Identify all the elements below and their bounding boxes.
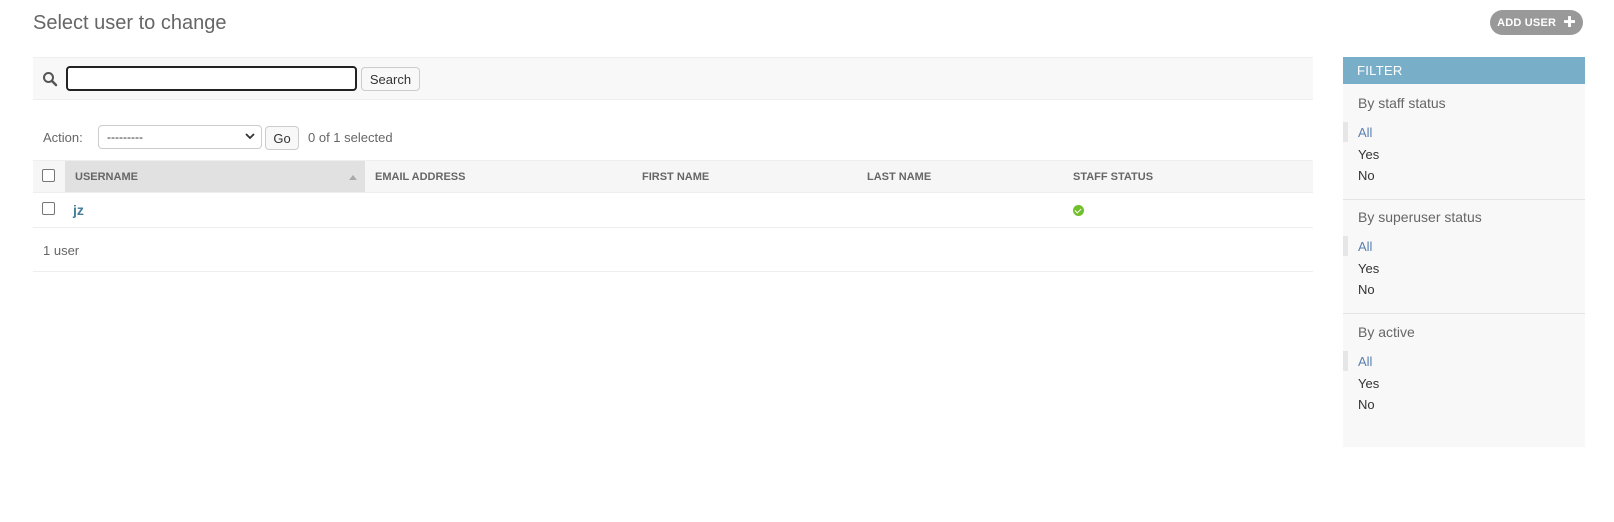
search-input[interactable]: [66, 66, 357, 91]
selected-indicator: [1343, 351, 1348, 371]
add-user-label: ADD USER: [1497, 16, 1557, 29]
column-staff-status[interactable]: STAFF STATUS: [1073, 161, 1153, 192]
action-select-value: ---------: [107, 130, 143, 144]
filter-header: FILTER: [1343, 57, 1585, 84]
column-email-label: EMAIL ADDRESS: [375, 171, 466, 183]
column-first-name-label: FIRST NAME: [642, 171, 710, 183]
column-staff-status-label: STAFF STATUS: [1073, 171, 1154, 183]
action-label: Action:: [43, 130, 83, 145]
column-username-label: USERNAME: [75, 171, 138, 183]
plus-icon: ✚: [1563, 14, 1576, 31]
table-row: jz: [33, 193, 1313, 228]
filter-panel: FILTER By staff status All Yes No By sup…: [1343, 57, 1585, 447]
sort-ascending-icon[interactable]: [349, 175, 357, 180]
search-icon: [43, 72, 58, 87]
column-email[interactable]: EMAIL ADDRESS: [375, 161, 465, 192]
selected-indicator: [1343, 122, 1348, 142]
filter-item-all[interactable]: All: [1358, 354, 1372, 369]
check-circle-icon: [1073, 205, 1084, 216]
go-button[interactable]: Go: [265, 126, 299, 150]
column-last-name-label: LAST NAME: [867, 171, 932, 183]
filter-title: By superuser status: [1358, 209, 1482, 225]
filter-item-all[interactable]: All: [1358, 125, 1372, 140]
add-user-button[interactable]: ADD USER ✚: [1490, 10, 1583, 35]
filter-item-all[interactable]: All: [1358, 239, 1372, 254]
divider: [1343, 199, 1585, 200]
paginator: 1 user: [33, 228, 1313, 272]
filter-item-no[interactable]: No: [1358, 282, 1375, 297]
chevron-down-icon: [245, 133, 255, 140]
actions-bar: Action: --------- Go 0 of 1 selected: [33, 124, 633, 152]
filter-item-yes[interactable]: Yes: [1358, 147, 1379, 162]
column-first-name[interactable]: FIRST NAME: [642, 161, 709, 192]
search-button[interactable]: Search: [361, 67, 420, 91]
filter-item-no[interactable]: No: [1358, 168, 1375, 183]
search-toolbar: Search: [33, 57, 1313, 100]
filter-item-yes[interactable]: Yes: [1358, 376, 1379, 391]
results-table: USERNAME EMAIL ADDRESS FIRST NAME LAST N…: [33, 160, 1313, 272]
filter-title: By active: [1358, 324, 1415, 340]
filter-title: By staff status: [1358, 95, 1446, 111]
column-last-name[interactable]: LAST NAME: [867, 161, 931, 192]
column-username[interactable]: USERNAME: [65, 161, 365, 192]
action-select[interactable]: ---------: [98, 125, 262, 149]
select-all-checkbox[interactable]: [42, 169, 55, 182]
divider: [1343, 313, 1585, 314]
filter-item-no[interactable]: No: [1358, 397, 1375, 412]
username-link[interactable]: jz: [73, 202, 84, 218]
filter-item-yes[interactable]: Yes: [1358, 261, 1379, 276]
row-checkbox[interactable]: [42, 202, 55, 215]
page-title: Select user to change: [33, 12, 227, 34]
selected-indicator: [1343, 236, 1348, 256]
table-header: USERNAME EMAIL ADDRESS FIRST NAME LAST N…: [33, 160, 1313, 193]
selected-count: 0 of 1 selected: [308, 130, 393, 145]
